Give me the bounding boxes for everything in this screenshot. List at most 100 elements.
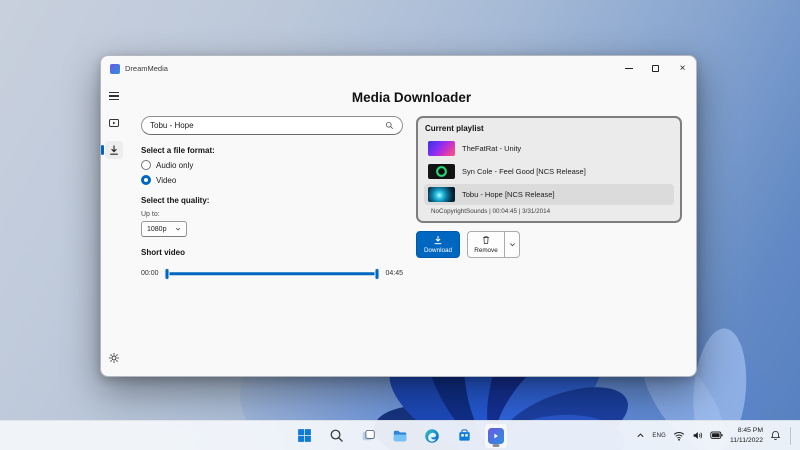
battery-icon — [710, 431, 723, 439]
trash-icon — [483, 236, 489, 244]
main-content: Media Downloader Select a file format: — [127, 81, 696, 376]
start-icon — [297, 429, 311, 442]
clock-time: 8:45 PM — [737, 427, 763, 435]
download-button-label: Download — [423, 247, 452, 254]
wifi-button[interactable] — [673, 431, 685, 441]
app-icon — [110, 63, 120, 74]
maximize-icon — [652, 65, 659, 72]
playlist-item-title: Syn Cole - Feel Good [NCS Release] — [462, 167, 586, 176]
quality-upto-label: Up to: — [141, 211, 160, 218]
video-thumbnail — [428, 187, 455, 202]
task-view-button[interactable] — [356, 423, 380, 449]
taskbar-center — [292, 421, 508, 450]
sidebar — [101, 81, 127, 376]
battery-button[interactable] — [710, 431, 723, 440]
quality-section-label: Select the quality: — [141, 196, 210, 205]
taskbar-search-button[interactable] — [324, 423, 348, 449]
edge-button[interactable] — [420, 423, 444, 449]
file-explorer-icon — [393, 430, 407, 441]
chevron-down-icon — [509, 243, 515, 247]
video-details: NoCopyrightSounds | 00:04:45 | 3/31/2014 — [431, 208, 551, 215]
notification-bell-button[interactable] — [770, 430, 781, 441]
clock-date: 11/11/2022 — [729, 436, 763, 444]
radio-unselected-icon — [141, 160, 151, 170]
minimize-icon — [624, 68, 633, 69]
playlist-column: Current playlist TheFatRat - Unity Syn C… — [416, 116, 682, 258]
tray-expand-button[interactable] — [636, 431, 645, 440]
remove-options-button[interactable] — [505, 231, 520, 258]
language-indicator[interactable]: ENG — [652, 433, 666, 439]
dreammedia-app-icon — [488, 427, 504, 444]
search-icon[interactable] — [385, 121, 394, 130]
file-explorer-button[interactable] — [388, 423, 412, 449]
download-icon — [434, 236, 442, 245]
window-controls: × — [615, 56, 696, 81]
radio-video-label: Video — [156, 175, 177, 185]
range-start-value: 00:00 — [141, 270, 159, 277]
radio-audio-label: Audio only — [156, 160, 194, 170]
range-end-thumb[interactable] — [374, 267, 380, 280]
show-desktop-button[interactable] — [790, 426, 794, 445]
playlist-item-title: Tobu - Hope [NCS Release] — [462, 190, 555, 199]
close-icon: × — [679, 62, 686, 74]
download-form: Select a file format: Audio only Video S… — [141, 116, 403, 280]
task-view-icon — [362, 429, 375, 441]
radio-video[interactable]: Video — [141, 175, 403, 185]
playlist-panel: Current playlist TheFatRat - Unity Syn C… — [416, 116, 682, 223]
media-url-input[interactable] — [150, 121, 385, 130]
window-title: DreamMedia — [125, 64, 168, 73]
video-thumbnail — [428, 141, 455, 156]
system-tray: ENG 8:45 PM 11/11/2022 — [636, 421, 794, 450]
remove-button[interactable]: Remove — [467, 231, 505, 258]
playlist-item[interactable]: Syn Cole - Feel Good [NCS Release] — [424, 161, 674, 182]
volume-button[interactable] — [692, 430, 703, 441]
playlist-header: Current playlist — [425, 124, 484, 133]
slider-track[interactable] — [166, 271, 378, 276]
download-nav-icon — [110, 145, 118, 155]
taskbar: ENG 8:45 PM 11/11/2022 — [0, 420, 800, 450]
format-section-label: Select a file format: — [141, 146, 215, 155]
maximize-button[interactable] — [642, 56, 669, 81]
hamburger-icon — [109, 91, 119, 101]
quality-value: 1080p — [147, 225, 167, 233]
store-button[interactable] — [452, 423, 476, 449]
sidebar-item-media[interactable] — [105, 114, 123, 132]
dreammedia-app-button[interactable] — [484, 422, 508, 449]
titlebar[interactable]: DreamMedia × — [101, 56, 696, 81]
sidebar-item-settings[interactable] — [105, 349, 123, 367]
radio-audio-only[interactable]: Audio only — [141, 160, 403, 170]
volume-icon — [693, 432, 703, 439]
chevron-up-icon — [637, 433, 644, 438]
chevron-down-icon — [175, 227, 181, 231]
gear-icon — [109, 353, 119, 363]
playlist-item[interactable]: TheFatRat - Unity — [424, 138, 674, 159]
range-end-value: 04:45 — [385, 270, 403, 277]
video-thumbnail — [428, 164, 455, 179]
trim-range-slider[interactable] — [164, 267, 380, 280]
hamburger-menu-button[interactable] — [105, 87, 123, 105]
playlist-item-title: TheFatRat - Unity — [462, 144, 522, 153]
desktop: DreamMedia × Media Downloader Tobu - Hop… — [0, 0, 800, 450]
wifi-icon — [673, 431, 685, 441]
trim-range-row: 00:00 04:45 — [141, 267, 403, 280]
remove-button-label: Remove — [474, 247, 498, 254]
minimize-button[interactable] — [615, 56, 642, 81]
store-icon — [458, 429, 470, 441]
radio-selected-icon — [141, 175, 151, 185]
playlist-item-selected[interactable]: Tobu - Hope [NCS Release] — [424, 184, 674, 205]
search-box — [141, 116, 403, 135]
taskbar-clock[interactable]: 8:45 PM 11/11/2022 — [730, 426, 763, 444]
quality-dropdown[interactable]: 1080p — [141, 221, 187, 237]
search-icon — [330, 429, 343, 442]
close-button[interactable]: × — [669, 56, 696, 81]
page-title: Media Downloader — [351, 90, 472, 105]
start-button[interactable] — [292, 423, 316, 449]
range-start-thumb[interactable] — [164, 267, 170, 280]
sidebar-item-downloader[interactable] — [101, 141, 123, 159]
bell-icon — [770, 431, 781, 440]
download-button[interactable]: Download — [416, 231, 460, 258]
edge-icon — [425, 428, 439, 443]
media-player-icon — [109, 119, 119, 127]
action-buttons: Download Remove — [416, 231, 682, 258]
short-video-label: Short video — [141, 248, 186, 257]
